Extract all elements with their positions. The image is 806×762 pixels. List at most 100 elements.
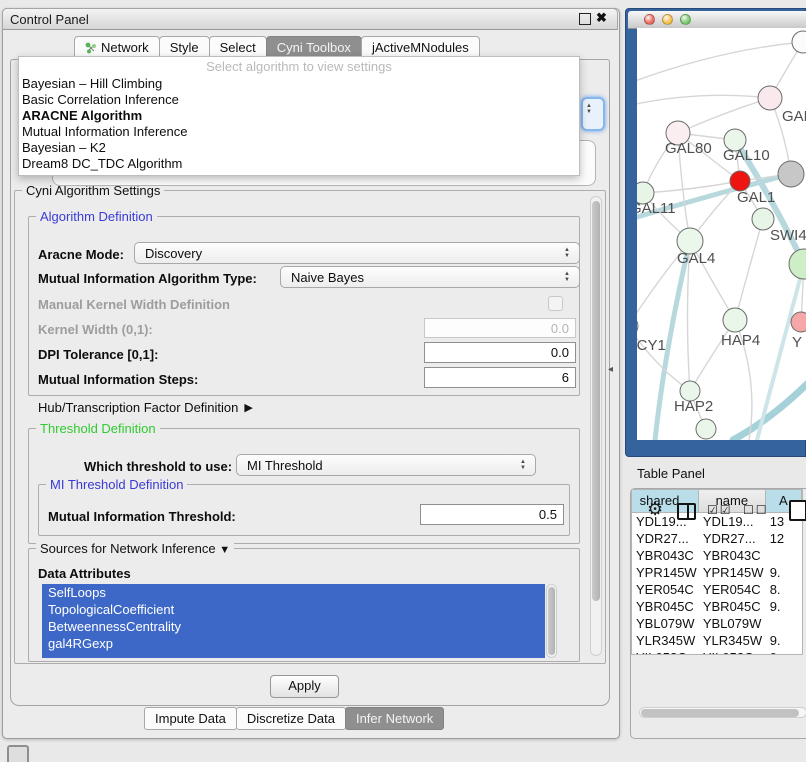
new-table-icon[interactable] (789, 500, 806, 521)
data-attribute-item-selected[interactable]: gal4RGexp (42, 635, 545, 652)
table-cell[interactable]: YER054C (699, 581, 766, 598)
settings-scrollbar-thumb[interactable] (592, 201, 600, 601)
algorithm-option[interactable]: ARACNE Algorithm (19, 108, 579, 124)
close-panel-icon[interactable]: ✖ (596, 10, 607, 26)
node-gray[interactable] (778, 161, 804, 187)
table-cell[interactable]: YBR045C (632, 598, 699, 615)
table-cell[interactable]: 9. (766, 598, 802, 615)
node-bottom[interactable] (696, 419, 716, 439)
table-cell[interactable]: YER054C (632, 581, 699, 598)
table-hscrollbar-thumb[interactable] (641, 709, 799, 717)
table-cell[interactable]: 9 (766, 649, 802, 655)
data-attributes-list[interactable]: SelfLoopsTopologicalCoefficientBetweenne… (42, 584, 545, 658)
bottom-tab-impute-data[interactable]: Impute Data (144, 707, 237, 730)
table-cell[interactable] (766, 615, 802, 632)
algorithm-option[interactable]: Bayesian – Hill Climbing (19, 76, 579, 92)
node-label-hap2: HAP2 (674, 398, 713, 415)
network-view-canvas[interactable]: GALGAL80GAL10GAL11GAL1SWI4GAL4GCY1HAP4YH… (637, 28, 806, 440)
table-cell[interactable]: YDR27... (632, 530, 699, 547)
table-row[interactable]: YIL052CYIL052C9 (632, 649, 802, 655)
window-close-button[interactable] (644, 14, 655, 25)
data-attribute-item-selected[interactable]: BetweennessCentrality (42, 618, 545, 635)
node-green-large[interactable] (789, 249, 806, 279)
table-cell[interactable]: YBR043C (699, 547, 766, 564)
table-cell[interactable]: 9. (766, 632, 802, 649)
table-cell[interactable]: YPR145W (699, 564, 766, 581)
table-cell[interactable]: 9. (766, 564, 802, 581)
table-cell[interactable]: YBL079W (632, 615, 699, 632)
table-cell[interactable]: YIL052C (699, 649, 766, 655)
network-edge[interactable] (690, 320, 735, 391)
expand-right-icon[interactable]: ▶ (244, 401, 252, 414)
table-row[interactable]: YER054CYER054C8. (632, 581, 802, 598)
table-row[interactable]: YBL079WYBL079W (632, 615, 802, 632)
aracne-mode-combobox[interactable]: Discovery (134, 242, 580, 264)
network-edge[interactable] (637, 42, 803, 84)
manual-kernel-checkbox[interactable] (548, 296, 563, 311)
mi-threshold-field[interactable]: 0.5 (420, 504, 564, 525)
algorithm-option[interactable]: Dream8 DC_TDC Algorithm (19, 156, 579, 172)
dpi-tolerance-field[interactable]: 0.0 (424, 342, 576, 363)
bottom-tab-infer-network[interactable]: Infer Network (345, 707, 444, 730)
table-cell[interactable]: YLR345W (632, 632, 699, 649)
control-panel-titlebar[interactable] (2, 8, 618, 30)
node-gal2[interactable] (758, 86, 782, 110)
tab-label: Impute Data (155, 711, 226, 726)
hub-definition-expander[interactable]: Hub/Transcription Factor Definition ▶ (38, 400, 253, 415)
table-cell[interactable]: YBR045C (699, 598, 766, 615)
mi-type-combobox[interactable]: Naive Bayes (280, 266, 580, 288)
network-graph[interactable]: GALGAL80GAL10GAL11GAL1SWI4GAL4GCY1HAP4YH… (637, 28, 806, 440)
table-row[interactable]: YBR045CYBR045C9. (632, 598, 802, 615)
network-window-titlebar[interactable] (628, 11, 806, 29)
table-cell[interactable]: YDR27... (699, 530, 766, 547)
table-row[interactable]: YLR345WYLR345W9. (632, 632, 802, 649)
minimized-panel-icon[interactable] (7, 745, 29, 762)
mi-steps-field[interactable]: 6 (424, 367, 576, 388)
data-attribute-item-selected[interactable]: TopologicalCoefficient (42, 601, 545, 618)
table-row[interactable]: YDR27...YDR27...12 (632, 530, 802, 547)
network-edge[interactable] (678, 98, 770, 133)
algorithm-dropdown[interactable]: Select algorithm to view settings Bayesi… (18, 56, 580, 176)
node-salmon[interactable] (791, 312, 806, 332)
which-threshold-combobox[interactable]: MI Threshold (236, 454, 536, 476)
algorithm-option[interactable]: Basic Correlation Inference (19, 92, 579, 108)
algorithm-combobox-arrow-button[interactable] (581, 97, 605, 131)
unselect-all-columns-icon[interactable]: ☐☐ (743, 503, 769, 517)
network-edge[interactable] (733, 370, 806, 440)
attributes-scrollbar[interactable] (546, 584, 557, 658)
data-attribute-item-selected[interactable]: SelfLoops (42, 584, 545, 601)
algorithm-option[interactable]: Mutual Information Inference (19, 124, 579, 140)
table-cell[interactable]: 8. (766, 581, 802, 598)
select-all-columns-icon[interactable]: ☑☑ (707, 503, 733, 517)
node-hap4[interactable] (723, 308, 747, 332)
column-layout-icon[interactable] (677, 503, 696, 520)
network-edge[interactable] (757, 264, 804, 440)
node-gcy1[interactable] (637, 316, 638, 336)
panel-divider-arrow-icon[interactable]: ◂ (608, 364, 613, 375)
network-edge[interactable] (735, 219, 763, 320)
table-row[interactable]: YPR145WYPR145W9. (632, 564, 802, 581)
window-minimize-button[interactable] (662, 14, 673, 25)
float-window-icon[interactable] (579, 13, 591, 25)
node-label-gcy1: GCY1 (637, 337, 666, 354)
window-zoom-button[interactable] (680, 14, 691, 25)
kernel-width-field[interactable]: 0.0 (424, 318, 576, 338)
apply-button[interactable]: Apply (270, 675, 339, 698)
table-hscrollbar[interactable] (639, 707, 806, 718)
table-cell[interactable]: YIL052C (632, 649, 699, 655)
table-cell[interactable]: YPR145W (632, 564, 699, 581)
settings-scrollbar[interactable] (590, 196, 602, 656)
collapse-down-icon[interactable]: ▼ (219, 544, 230, 556)
table-cell[interactable]: YBL079W (699, 615, 766, 632)
table-row[interactable]: YBR043CYBR043C (632, 547, 802, 564)
node[interactable] (792, 31, 806, 53)
algorithm-option[interactable]: Bayesian – K2 (19, 140, 579, 156)
bottom-tab-discretize-data[interactable]: Discretize Data (236, 707, 346, 730)
table-cell[interactable] (766, 547, 802, 564)
table-cell[interactable]: YBR043C (632, 547, 699, 564)
table-cell[interactable]: 12 (766, 530, 802, 547)
node-red[interactable] (730, 171, 750, 191)
table-cell[interactable]: YLR345W (699, 632, 766, 649)
attributes-scrollbar-thumb[interactable] (548, 587, 555, 655)
table-settings-gear-icon[interactable]: ⚙ (647, 499, 663, 520)
